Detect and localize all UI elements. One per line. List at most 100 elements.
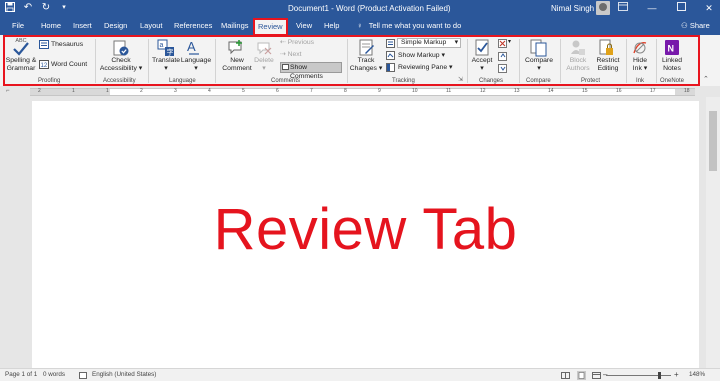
zoom-level[interactable]: 148% <box>689 371 705 378</box>
translate-button[interactable]: Translate ▾ <box>150 57 182 73</box>
print-layout-icon[interactable] <box>577 371 586 380</box>
group-label-language: Language <box>169 78 196 84</box>
word-count-status[interactable]: 0 words <box>43 371 65 378</box>
tab-references[interactable]: References <box>174 21 212 30</box>
group-divider <box>519 39 520 83</box>
minimize-icon[interactable]: — <box>645 2 659 14</box>
language-button[interactable]: Language ▾ <box>180 57 212 73</box>
tab-design[interactable]: Design <box>104 21 127 30</box>
new-comment-label-1: New <box>230 57 244 64</box>
document-page[interactable]: Review Tab <box>32 101 699 368</box>
collapse-ribbon-icon[interactable]: ⌃ <box>703 75 709 84</box>
accept-button[interactable]: Accept ▾ <box>470 57 494 73</box>
web-layout-icon[interactable] <box>592 372 601 379</box>
next-label: Next <box>287 51 302 58</box>
tab-file[interactable]: File <box>12 21 24 30</box>
spelling-label-2: Grammar <box>6 65 36 72</box>
status-bar: Page 1 of 1 0 words English (United Stat… <box>0 368 720 381</box>
language-icon: A <box>187 39 199 55</box>
tab-insert[interactable]: Insert <box>73 21 92 30</box>
scrollbar-thumb[interactable] <box>709 111 717 171</box>
track-changes-icon <box>359 39 374 56</box>
tab-layout[interactable]: Layout <box>140 21 163 30</box>
lightbulb-icon: ♀ <box>357 21 363 30</box>
tab-selector-icon[interactable]: ⌐ <box>6 87 10 96</box>
reviewing-pane-button[interactable]: Reviewing Pane ▾ <box>398 63 452 72</box>
group-label-tracking: Tracking <box>392 78 415 84</box>
redo-icon[interactable]: ↻ <box>40 2 52 14</box>
horizontal-ruler[interactable]: 2 1 1 2 3 4 5 6 7 8 9 10 11 12 13 14 15 16 17 18 <box>30 88 695 96</box>
delete-comment-icon <box>257 42 272 55</box>
group-divider <box>560 39 561 83</box>
hide-ink-label-1: Hide <box>633 57 647 64</box>
spelling-grammar-button[interactable]: Spelling & Grammar <box>3 57 39 73</box>
ribbon-tabs: File Home Insert Design Layout Reference… <box>0 18 720 36</box>
vertical-scrollbar[interactable] <box>706 97 720 368</box>
previous-change-icon[interactable] <box>498 52 507 61</box>
hide-ink-button[interactable]: Hide Ink ▾ <box>628 57 652 73</box>
thesaurus-button[interactable]: Thesaurus <box>51 40 83 49</box>
hide-ink-icon <box>633 42 647 54</box>
group-divider <box>148 39 149 83</box>
tab-home[interactable]: Home <box>41 21 61 30</box>
group-label-accessibility: Accessibility <box>103 78 136 84</box>
maximize-icon[interactable] <box>674 2 688 14</box>
share-button[interactable]: ⚇ Share <box>681 21 710 30</box>
accept-icon <box>475 39 489 56</box>
show-comments-button[interactable]: Show Comments <box>280 62 342 80</box>
show-comments-icon <box>282 64 289 70</box>
svg-text:A: A <box>187 39 196 54</box>
close-icon[interactable]: ✕ <box>702 2 716 14</box>
document-headline: Review Tab <box>213 197 518 262</box>
read-mode-icon[interactable] <box>561 372 570 379</box>
block-label-1: Block <box>569 57 587 64</box>
tab-help[interactable]: Help <box>324 21 339 30</box>
customize-qat-icon[interactable]: ▾ <box>58 2 70 14</box>
group-divider <box>215 39 216 83</box>
chevron-down-icon[interactable]: ▾ <box>508 38 511 47</box>
block-authors-button[interactable]: Block Authors <box>563 57 593 73</box>
chevron-down-icon: ▾ <box>480 65 484 72</box>
ruler-number: 1 <box>72 88 75 94</box>
tell-me-search[interactable]: ♀ Tell me what you want to do <box>357 21 461 30</box>
language-label: Language <box>180 57 212 64</box>
ruler-number: 6 <box>276 88 279 94</box>
restrict-editing-button[interactable]: Restrict Editing <box>593 57 623 73</box>
page-count[interactable]: Page 1 of 1 <box>5 371 37 378</box>
accept-label: Accept <box>471 57 493 64</box>
tab-review[interactable]: Review <box>253 18 288 36</box>
zoom-in-icon[interactable]: + <box>674 370 679 379</box>
word-count-button[interactable]: Word Count <box>51 60 87 69</box>
language-status[interactable]: English (United States) <box>92 371 156 378</box>
ruler-number: 13 <box>514 88 520 94</box>
zoom-slider[interactable] <box>606 375 671 376</box>
undo-icon[interactable]: ↶ <box>22 2 34 14</box>
previous-comment-button[interactable]: ⇠ Previous <box>280 38 314 47</box>
dialog-launcher-icon[interactable]: ⇲ <box>458 76 463 85</box>
quick-access-toolbar: ↶ ↻ ▾ <box>4 2 70 14</box>
zoom-slider-thumb[interactable] <box>658 372 661 379</box>
next-comment-button[interactable]: ⇢ Next <box>280 50 302 59</box>
show-markup-button[interactable]: Show Markup ▾ <box>398 51 445 60</box>
word-count-icon: 12 <box>39 60 49 69</box>
display-for-review-dropdown[interactable]: Simple Markup ▾ <box>397 38 461 48</box>
share-label: Share <box>689 21 710 30</box>
svg-text:N: N <box>668 44 675 54</box>
group-label-compare: Compare <box>526 78 551 84</box>
tab-view[interactable]: View <box>296 21 312 30</box>
new-comment-button[interactable]: New Comment <box>218 57 256 73</box>
proofing-status-icon[interactable] <box>79 372 87 379</box>
linked-notes-button[interactable]: Linked Notes <box>658 57 686 73</box>
ribbon-display-icon[interactable] <box>616 2 630 14</box>
avatar[interactable] <box>596 1 610 15</box>
tab-mailings[interactable]: Mailings <box>221 21 249 30</box>
track-changes-button[interactable]: Track Changes ▾ <box>349 57 383 73</box>
user-name[interactable]: Nimal Singh <box>551 4 594 13</box>
check-accessibility-button[interactable]: Check Accessibility ▾ <box>99 57 143 73</box>
delete-comment-button[interactable]: Delete ▾ <box>253 57 275 73</box>
compare-button[interactable]: Compare ▾ <box>522 57 556 73</box>
save-icon[interactable] <box>4 2 16 14</box>
next-change-icon[interactable] <box>498 64 507 73</box>
translate-label: Translate <box>151 57 181 64</box>
group-divider <box>95 39 96 83</box>
